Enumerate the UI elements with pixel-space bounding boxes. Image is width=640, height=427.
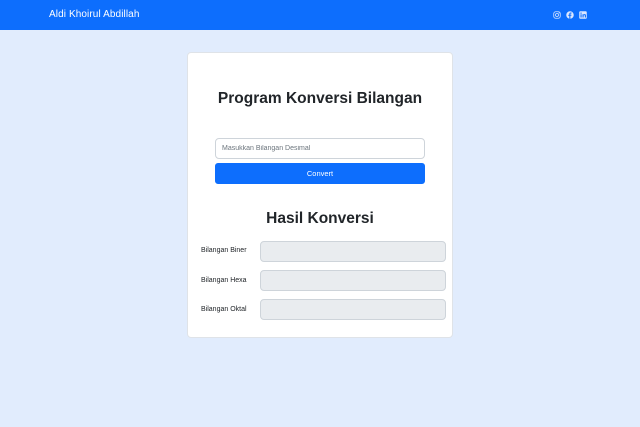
binary-output[interactable] (260, 241, 446, 262)
octal-output[interactable] (260, 299, 446, 320)
instagram-icon[interactable] (553, 11, 561, 19)
octal-label: Bilangan Oktal (201, 306, 247, 313)
decimal-input[interactable] (215, 138, 425, 159)
convert-button[interactable]: Convert (215, 163, 425, 184)
hexa-output[interactable] (260, 270, 446, 291)
hexa-label: Bilangan Hexa (201, 277, 247, 284)
binary-label: Bilangan Biner (201, 247, 247, 254)
navbar: Aldi Khoirul Abdillah (0, 0, 640, 30)
results-title: Hasil Konversi (266, 210, 374, 227)
facebook-icon[interactable] (566, 11, 574, 19)
page-title: Program Konversi Bilangan (217, 90, 423, 107)
linkedin-icon[interactable] (579, 11, 587, 19)
navbar-brand[interactable]: Aldi Khoirul Abdillah (49, 0, 140, 30)
social-links (553, 0, 587, 30)
converter-card: Program Konversi Bilangan Convert Hasil … (187, 52, 453, 338)
